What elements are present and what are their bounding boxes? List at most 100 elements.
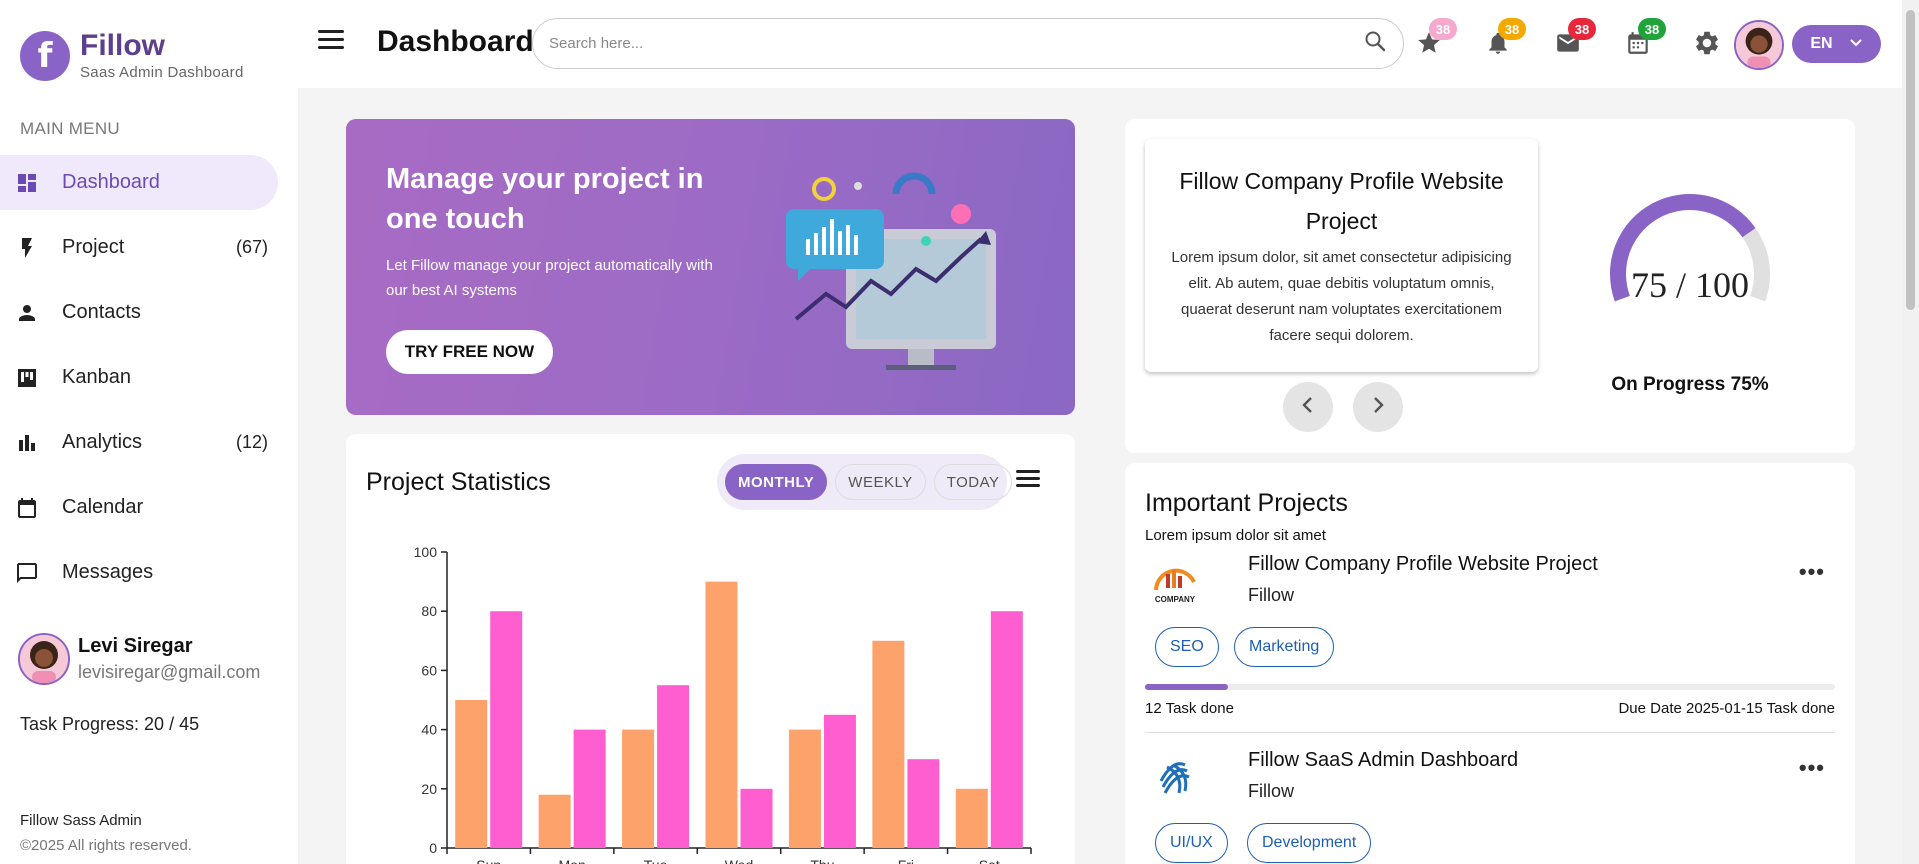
important-projects-card: Important Projects Lorem ipsum dolor sit… <box>1125 463 1855 864</box>
tag-chip[interactable]: Marketing <box>1234 627 1335 667</box>
language-selector[interactable]: EN <box>1792 25 1881 63</box>
bar-chart: 0 20 40 60 80 100 Sun Mon Tue Wed Thu Fri Sat <box>414 544 1032 864</box>
bar <box>955 788 988 848</box>
tag-chip[interactable]: UI/UX <box>1155 823 1228 863</box>
mail-icon[interactable]: 38 <box>1553 18 1596 58</box>
calendar-icon[interactable]: 38 <box>1623 18 1666 58</box>
bar <box>657 685 690 848</box>
tag-chip[interactable]: Development <box>1247 823 1372 863</box>
footer-rights: ©2025 All rights reserved. <box>20 837 192 854</box>
sidebar-item-label: Dashboard <box>62 171 160 193</box>
brand-subtitle: Saas Admin Dashboard <box>80 64 244 81</box>
progress-gauge <box>1610 194 1770 302</box>
important-projects-subtitle: Lorem ipsum dolor sit amet <box>1145 527 1326 544</box>
y-tick-label: 20 <box>421 781 437 797</box>
sidebar-item-dashboard[interactable]: Dashboard <box>0 155 278 210</box>
y-tick-label: 80 <box>421 603 437 619</box>
tasks-done: 12 Task done <box>1145 700 1234 717</box>
kanban-icon <box>14 365 40 391</box>
sidebar-item-messages[interactable]: Messages <box>0 545 298 600</box>
sidebar-item-label: Calendar <box>62 496 144 518</box>
banner-description: Let Fillow manage your project automatic… <box>386 257 713 299</box>
project-company: Fillow <box>1248 585 1295 605</box>
sidebar-item-label: Project <box>62 236 125 258</box>
task-progress: Task Progress: 20 / 45 <box>20 714 200 734</box>
footer-title: Fillow Sass Admin <box>20 812 142 829</box>
project-slide: Fillow Company Profile Website Project L… <box>1145 139 1538 372</box>
project-company: Fillow <box>1248 781 1295 801</box>
y-tick-label: 40 <box>421 722 437 738</box>
hamburger-menu-icon[interactable] <box>318 30 344 52</box>
language-label: EN <box>1810 35 1833 52</box>
promo-banner: Manage your project in one touch Let Fil… <box>346 119 1075 415</box>
y-tick-label: 60 <box>421 662 437 678</box>
bar <box>490 611 523 848</box>
chevron-left-icon <box>1301 394 1315 420</box>
important-projects-title: Important Projects <box>1145 489 1348 517</box>
due-date: Due Date 2025-01-15 Task done <box>1618 700 1835 717</box>
brand[interactable]: f Fillow Saas Admin Dashboard <box>20 30 244 81</box>
y-tick-label: 100 <box>414 544 438 560</box>
more-options-icon[interactable]: ••• <box>1799 559 1825 585</box>
page-scrollbar[interactable] <box>1902 0 1919 864</box>
profile-project-card: Fillow Company Profile Website Project L… <box>1125 119 1855 453</box>
chat-icon <box>14 560 40 586</box>
bar <box>622 729 655 848</box>
calendar-badge: 38 <box>1638 18 1666 40</box>
sidebar: f Fillow Saas Admin Dashboard MAIN MENU … <box>0 0 298 864</box>
user-profile[interactable]: Levi Siregar levisiregar@gmail.com <box>18 633 260 685</box>
chevron-down-icon <box>1849 35 1863 53</box>
x-tick-label: Sat <box>979 857 1000 864</box>
avatar <box>18 633 70 685</box>
bar <box>990 611 1023 848</box>
bar <box>872 640 905 848</box>
search-icon[interactable] <box>1363 29 1387 58</box>
user-email: levisiregar@gmail.com <box>78 662 261 682</box>
star-badge: 38 <box>1429 18 1457 40</box>
task-progress-fill <box>1145 684 1228 690</box>
header-avatar[interactable] <box>1734 20 1784 70</box>
sidebar-nav: Dashboard Project (67) Contacts Kanban A… <box>0 155 298 610</box>
bell-badge: 38 <box>1498 18 1526 40</box>
gear-icon[interactable] <box>1692 28 1722 58</box>
bar <box>455 700 488 848</box>
x-tick-label: Sun <box>476 857 501 864</box>
user-name: Levi Siregar <box>78 635 193 657</box>
bell-icon[interactable]: 38 <box>1483 18 1526 58</box>
bar <box>740 788 773 848</box>
page-title: Dashboard <box>377 25 534 58</box>
sidebar-item-count: (67) <box>235 237 268 257</box>
star-icon[interactable]: 38 <box>1414 18 1457 58</box>
bar <box>573 729 606 848</box>
x-tick-label: Thu <box>810 857 834 864</box>
sidebar-item-label: Contacts <box>62 301 141 323</box>
prev-slide-button[interactable] <box>1283 382 1333 432</box>
x-tick-label: Mon <box>559 857 586 864</box>
scrollbar-thumb[interactable] <box>1906 10 1915 310</box>
x-tick-label: Fri <box>898 857 914 864</box>
sidebar-item-calendar[interactable]: Calendar <box>0 480 298 535</box>
try-free-button[interactable]: TRY FREE NOW <box>386 330 553 374</box>
search-input[interactable] <box>549 35 1363 52</box>
analytics-illustration <box>786 172 996 370</box>
next-slide-button[interactable] <box>1353 382 1403 432</box>
sidebar-item-kanban[interactable]: Kanban <box>0 350 298 405</box>
sidebar-item-label: Analytics <box>62 431 143 453</box>
calendar-icon <box>14 495 40 521</box>
sidebar-item-analytics[interactable]: Analytics (12) <box>0 415 298 470</box>
tag-chip[interactable]: SEO <box>1155 627 1219 667</box>
project-name: Fillow SaaS Admin Dashboard <box>1248 749 1519 771</box>
dashboard-icon <box>14 170 40 196</box>
bolt-icon <box>14 235 40 261</box>
menu-title: MAIN MENU <box>20 119 120 138</box>
search-bar[interactable] <box>532 18 1404 69</box>
company-logo <box>1145 749 1205 809</box>
sidebar-item-contacts[interactable]: Contacts <box>0 285 298 340</box>
x-tick-label: Tue <box>644 857 668 864</box>
more-options-icon[interactable]: ••• <box>1799 755 1825 781</box>
slide-description: Lorem ipsum dolor, sit amet consectetur … <box>1171 249 1512 344</box>
mail-badge: 38 <box>1568 18 1596 40</box>
brand-logo: f <box>20 30 70 81</box>
sidebar-item-project[interactable]: Project (67) <box>0 220 298 275</box>
sidebar-footer: Fillow Sass Admin ©2025 All rights reser… <box>20 808 192 858</box>
